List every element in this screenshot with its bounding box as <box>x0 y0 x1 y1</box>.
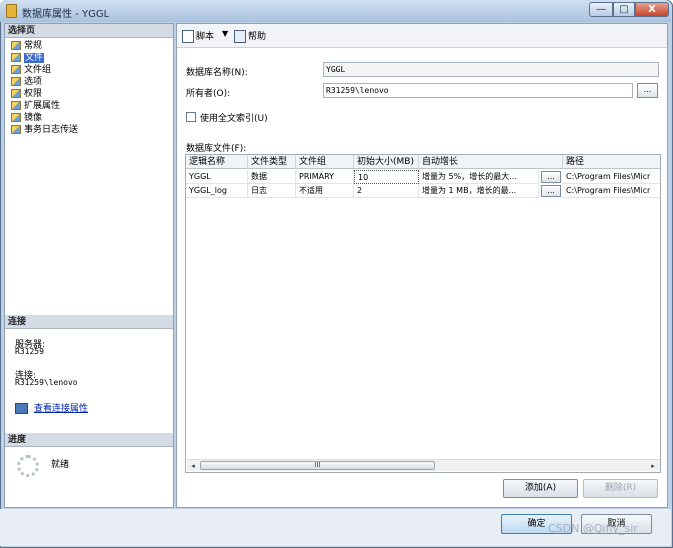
page-icon <box>11 65 21 74</box>
db-name-field[interactable]: YGGL <box>323 62 659 77</box>
page-icon <box>11 125 21 134</box>
page-item-general[interactable]: 常规 <box>11 40 42 52</box>
database-app-icon <box>6 4 17 18</box>
fulltext-label: 使用全文索引(U) <box>200 114 268 124</box>
minimize-button[interactable]: — <box>589 2 613 17</box>
page-icon <box>11 53 21 62</box>
script-icon <box>182 30 194 43</box>
database-files-grid[interactable]: 逻辑名称 文件类型 文件组 初始大小(MB) 自动增长 路径 YGGL 数据 P… <box>185 154 661 473</box>
table-row-cell[interactable]: 数据 <box>248 170 296 184</box>
page-item-filegroups[interactable]: 文件组 <box>11 64 51 76</box>
owner-label: 所有者(O): <box>186 89 231 99</box>
autogrowth-cell[interactable]: 增量为 5%，增长的最大... <box>419 170 539 184</box>
table-row-cell[interactable]: 不适用 <box>296 184 354 198</box>
page-item-mirroring[interactable]: 镜像 <box>11 112 42 124</box>
select-page-header: 选择页 <box>5 24 173 38</box>
server-value: R31259 <box>15 347 44 356</box>
table-row-cell[interactable]: YGGL <box>186 170 248 184</box>
left-pane: 选择页 常规 文件 文件组 选项 权限 扩展属性 镜像 事务日志传送 连接 服务… <box>4 23 174 508</box>
page-icon <box>11 89 21 98</box>
help-icon <box>234 30 246 43</box>
autogrowth-edit-button[interactable]: ... <box>541 171 561 183</box>
owner-browse-button[interactable]: ... <box>637 83 658 98</box>
page-item-options[interactable]: 选项 <box>11 76 42 88</box>
initial-size-cell[interactable]: 2 <box>354 184 419 198</box>
column-header-logical-name[interactable]: 逻辑名称 <box>186 155 248 169</box>
connection-value: R31259\lenovo <box>15 378 78 387</box>
column-header-autogrowth[interactable]: 自动增长 <box>419 155 563 169</box>
autogrowth-cell[interactable]: 增量为 1 MB，增长的最... <box>419 184 539 198</box>
page-item-log-shipping[interactable]: 事务日志传送 <box>11 124 78 136</box>
page-icon <box>11 77 21 86</box>
table-row-cell[interactable]: PRIMARY <box>296 170 354 184</box>
owner-field[interactable]: R31259\lenovo <box>323 83 633 98</box>
progress-spinner-icon <box>17 455 39 477</box>
window-title: 数据库属性 - YGGL <box>22 9 110 20</box>
toolbar: 脚本 ▼ 帮助 <box>177 24 667 48</box>
scroll-right-icon[interactable]: ▸ <box>648 461 658 471</box>
close-button[interactable]: X <box>635 2 669 17</box>
table-row-cell[interactable]: 日志 <box>248 184 296 198</box>
scroll-left-icon[interactable]: ◂ <box>188 461 198 471</box>
connection-header: 连接 <box>5 315 173 329</box>
column-header-initial-size[interactable]: 初始大小(MB) <box>354 155 419 169</box>
fulltext-checkbox[interactable] <box>186 112 196 122</box>
page-icon <box>11 41 21 50</box>
add-file-button[interactable]: 添加(A) <box>503 479 578 498</box>
remove-file-button[interactable]: 删除(R) <box>583 479 658 498</box>
horizontal-scrollbar[interactable]: ◂ III ▸ <box>187 459 660 471</box>
scroll-thumb[interactable]: III <box>200 461 435 470</box>
right-pane: 脚本 ▼ 帮助 数据库名称(N): YGGL 所有者(O): R31259\le… <box>176 23 668 508</box>
path-cell[interactable]: C:\Program Files\Micr <box>563 170 660 184</box>
progress-status: 就绪 <box>51 460 70 470</box>
script-dropdown-icon[interactable]: ▼ <box>222 29 228 38</box>
maximize-button[interactable]: □ <box>613 2 635 17</box>
page-item-permissions[interactable]: 权限 <box>11 88 42 100</box>
db-name-label: 数据库名称(N): <box>186 68 248 78</box>
connection-properties-icon <box>15 403 28 414</box>
db-files-label: 数据库文件(F): <box>186 144 247 154</box>
script-button[interactable]: 脚本 <box>182 29 214 43</box>
table-row-cell[interactable]: YGGL_log <box>186 184 248 198</box>
page-item-files[interactable]: 文件 <box>11 52 45 64</box>
autogrowth-edit-button[interactable]: ... <box>541 185 561 197</box>
column-header-path[interactable]: 路径 <box>563 155 660 169</box>
column-header-filegroup[interactable]: 文件组 <box>296 155 354 169</box>
progress-header: 进度 <box>5 433 173 447</box>
page-icon <box>11 101 21 110</box>
help-button[interactable]: 帮助 <box>234 29 266 43</box>
page-item-extended-properties[interactable]: 扩展属性 <box>11 100 60 112</box>
initial-size-cell[interactable]: 10 <box>354 170 419 184</box>
path-cell[interactable]: C:\Program Files\Micr <box>563 184 660 198</box>
column-header-file-type[interactable]: 文件类型 <box>248 155 296 169</box>
watermark: CSDN @Qifiy_sir <box>548 522 638 535</box>
view-connection-properties-link[interactable]: 查看连接属性 <box>15 401 88 414</box>
page-icon <box>11 113 21 122</box>
title-bar[interactable]: 数据库属性 - YGGL — □ X <box>0 0 671 22</box>
